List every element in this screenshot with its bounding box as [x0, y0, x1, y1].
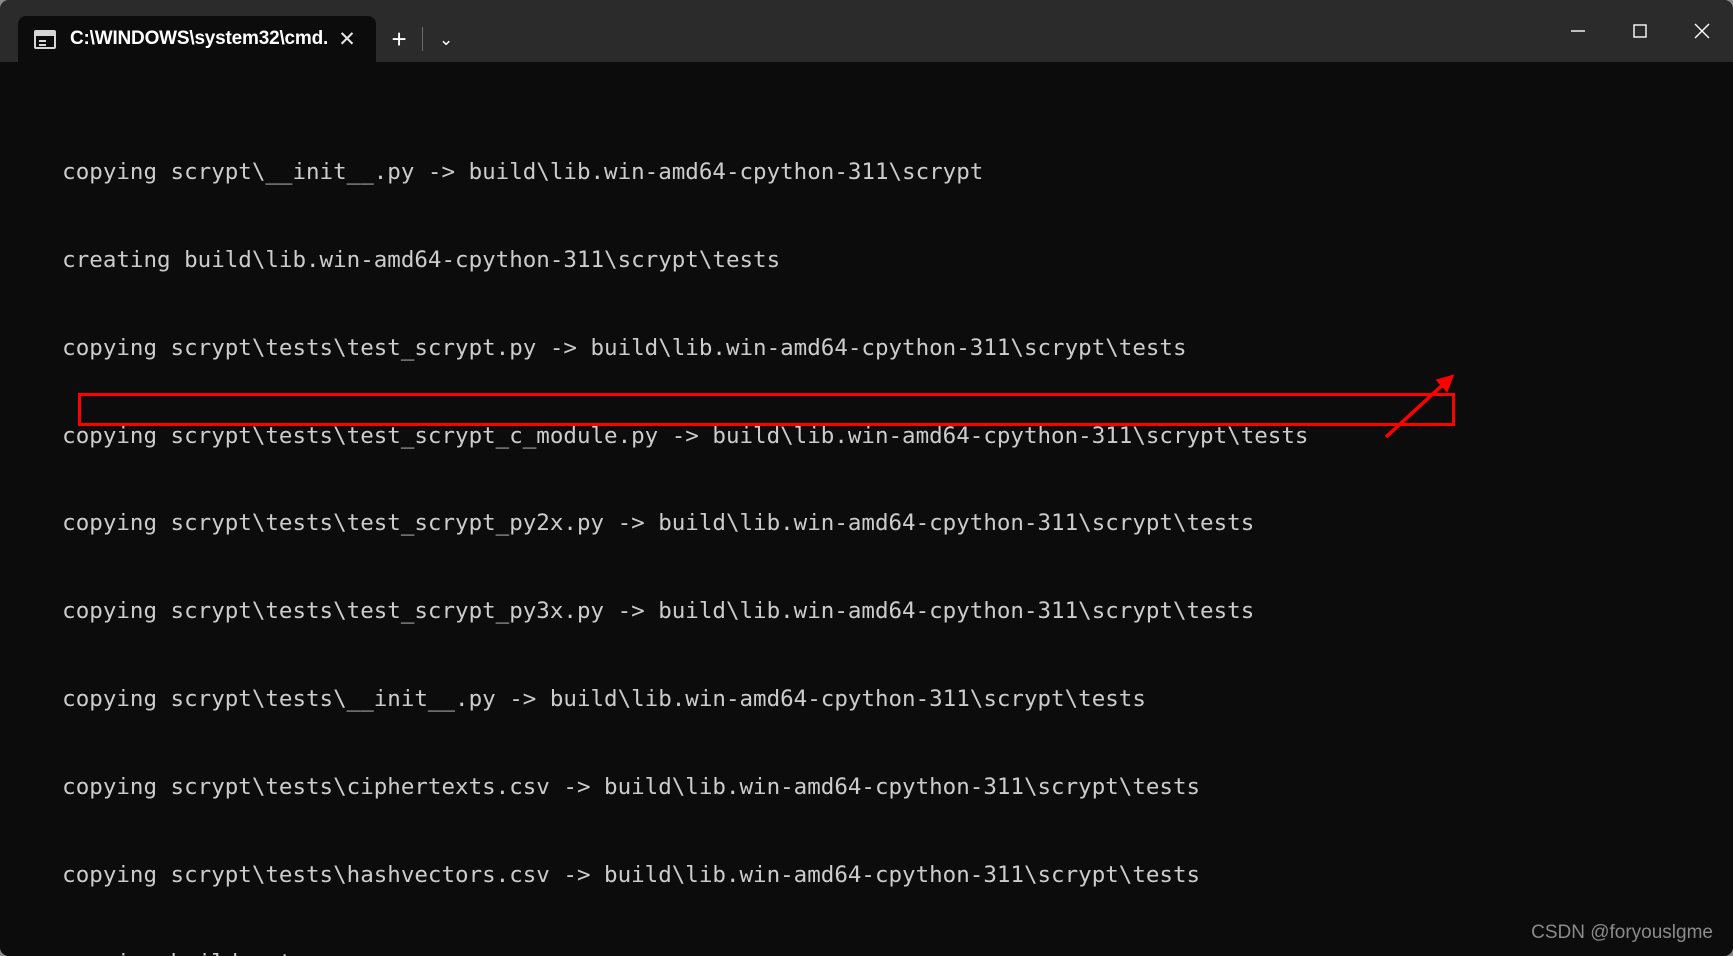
window-controls — [1547, 0, 1733, 62]
output-line: creating build\lib.win-amd64-cpython-311… — [8, 246, 781, 273]
title-bar: C:\WINDOWS\system32\cmd. ✕ + ⌄ — [0, 0, 1733, 62]
tab-cmd[interactable]: C:\WINDOWS\system32\cmd. ✕ — [18, 16, 377, 62]
output-line: copying scrypt\tests\test_scrypt.py -> b… — [8, 334, 1187, 361]
new-tab-button[interactable]: + — [376, 16, 422, 62]
watermark-label: CSDN @foryouslgme — [1531, 922, 1713, 943]
output-line: copying scrypt\__init__.py -> build\lib.… — [8, 158, 984, 185]
titlebar-drag-area — [469, 16, 1547, 62]
tab-actions: + ⌄ — [376, 16, 469, 62]
chevron-down-icon[interactable]: ⌄ — [423, 16, 469, 62]
output-line: copying scrypt\tests\test_scrypt_py2x.py… — [8, 510, 1255, 537]
output-line: copying scrypt\tests\ciphertexts.csv -> … — [8, 774, 1201, 801]
console-icon — [34, 29, 56, 49]
tab-strip: C:\WINDOWS\system32\cmd. ✕ + ⌄ — [0, 0, 469, 62]
output-line: copying scrypt\tests\test_scrypt_c_modul… — [8, 422, 1309, 449]
tab-title: C:\WINDOWS\system32\cmd. — [70, 28, 329, 49]
output-line: copying scrypt\tests\hashvectors.csv -> … — [8, 862, 1201, 889]
output-line: copying scrypt\tests\__init__.py -> buil… — [8, 686, 1146, 713]
close-button[interactable] — [1671, 0, 1733, 62]
output-line: running build_ext — [8, 949, 1733, 956]
terminal-output[interactable]: copying scrypt\__init__.py -> build\lib.… — [0, 62, 1733, 956]
close-tab-button[interactable]: ✕ — [328, 29, 366, 50]
terminal-window: C:\WINDOWS\system32\cmd. ✕ + ⌄ copying s… — [0, 0, 1733, 956]
maximize-button[interactable] — [1609, 0, 1671, 62]
output-line: copying scrypt\tests\test_scrypt_py3x.py… — [8, 598, 1255, 625]
minimize-button[interactable] — [1547, 0, 1609, 62]
